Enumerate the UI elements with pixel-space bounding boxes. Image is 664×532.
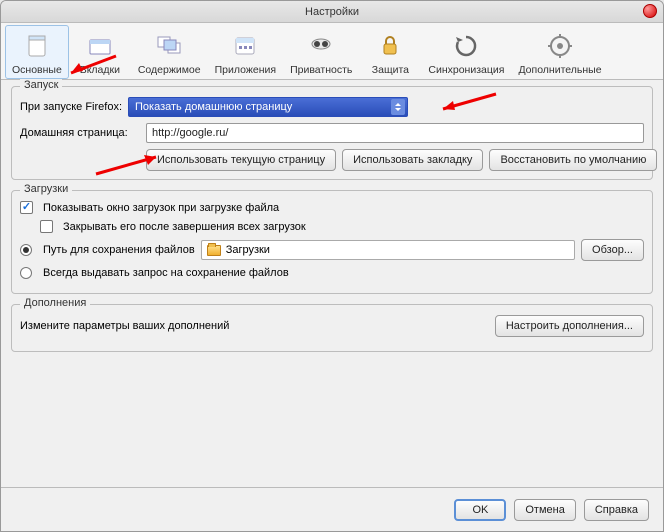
- select-value: Показать домашнюю страницу: [135, 101, 292, 113]
- tab-tabs[interactable]: Вкладки: [69, 25, 131, 79]
- tab-advanced[interactable]: Дополнительные: [511, 25, 608, 79]
- tab-applications[interactable]: Приложения: [208, 25, 283, 79]
- startup-action-select[interactable]: Показать домашнюю страницу: [128, 97, 408, 117]
- sync-icon: [450, 30, 482, 62]
- titlebar: Настройки: [1, 1, 663, 23]
- updown-icon: [391, 99, 405, 115]
- homepage-input[interactable]: http://google.ru/: [146, 123, 644, 143]
- save-path-radio[interactable]: [20, 244, 32, 256]
- dialog-footer: OK Отмена Справка: [1, 487, 663, 531]
- content-icon: [153, 30, 185, 62]
- tab-general[interactable]: Основные: [5, 25, 69, 79]
- use-bookmark-button[interactable]: Использовать закладку: [342, 149, 483, 171]
- tab-label: Основные: [12, 64, 62, 76]
- tab-security[interactable]: Защита: [359, 25, 421, 79]
- tab-label: Содержимое: [138, 64, 201, 76]
- tab-privacy[interactable]: Приватность: [283, 25, 359, 79]
- folder-icon: [207, 245, 221, 256]
- toolbar: Основные Вкладки Содержимое Приложения П…: [1, 23, 663, 80]
- group-legend: Дополнения: [20, 297, 90, 309]
- apps-icon: [229, 30, 261, 62]
- startup-when-label: При запуске Firefox:: [20, 101, 122, 113]
- tab-label: Дополнительные: [518, 64, 601, 76]
- ok-button[interactable]: OK: [454, 499, 506, 521]
- show-downloads-checkbox[interactable]: [20, 201, 33, 214]
- tab-sync[interactable]: Синхронизация: [421, 25, 511, 79]
- advanced-icon: [544, 30, 576, 62]
- addons-group: Дополнения Измените параметры ваших допо…: [11, 304, 653, 352]
- group-legend: Загрузки: [20, 183, 72, 195]
- privacy-icon: [305, 30, 337, 62]
- tabs-icon: [84, 30, 116, 62]
- homepage-label: Домашняя страница:: [20, 127, 140, 139]
- browse-button[interactable]: Обзор...: [581, 239, 644, 261]
- download-folder-field[interactable]: Загрузки: [201, 240, 575, 260]
- tab-content[interactable]: Содержимое: [131, 25, 208, 79]
- close-after-label: Закрывать его после завершения всех загр…: [63, 221, 306, 233]
- ask-always-label: Всегда выдавать запрос на сохранение фай…: [43, 267, 289, 279]
- tab-label: Приватность: [290, 64, 352, 76]
- downloads-group: Загрузки Показывать окно загрузок при за…: [11, 190, 653, 294]
- startup-group: Запуск При запуске Firefox: Показать дом…: [11, 86, 653, 180]
- close-after-checkbox[interactable]: [40, 220, 53, 233]
- tab-label: Синхронизация: [428, 64, 504, 76]
- save-path-label: Путь для сохранения файлов: [43, 244, 195, 256]
- configure-addons-button[interactable]: Настроить дополнения...: [495, 315, 644, 337]
- close-icon[interactable]: [643, 4, 657, 18]
- security-icon: [374, 30, 406, 62]
- general-icon: [21, 30, 53, 62]
- cancel-button[interactable]: Отмена: [514, 499, 575, 521]
- tab-label: Защита: [372, 64, 409, 76]
- group-legend: Запуск: [20, 79, 62, 91]
- addons-text: Измените параметры ваших дополнений: [20, 320, 229, 332]
- tab-label: Приложения: [215, 64, 276, 76]
- window-title: Настройки: [305, 6, 359, 18]
- show-downloads-label: Показывать окно загрузок при загрузке фа…: [43, 202, 279, 214]
- folder-name: Загрузки: [226, 244, 270, 256]
- restore-default-button[interactable]: Восстановить по умолчанию: [489, 149, 657, 171]
- help-button[interactable]: Справка: [584, 499, 649, 521]
- ask-always-radio[interactable]: [20, 267, 32, 279]
- use-current-page-button[interactable]: Использовать текущую страницу: [146, 149, 336, 171]
- tab-label: Вкладки: [80, 64, 120, 76]
